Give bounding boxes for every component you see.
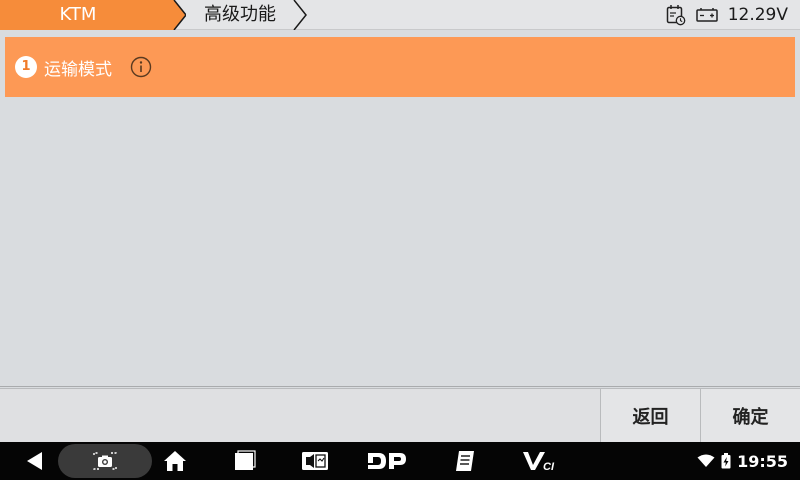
voltage-readout: 12.29V xyxy=(727,5,788,25)
breadcrumb-separator xyxy=(293,0,307,30)
confirm-button[interactable]: 确定 xyxy=(700,389,800,443)
system-status: 19:55 xyxy=(697,442,788,480)
battery-charging-icon xyxy=(721,453,731,469)
media-icon[interactable] xyxy=(298,442,332,480)
status-area: 12.29V xyxy=(666,0,788,30)
battery-icon xyxy=(695,7,718,23)
breadcrumb-ktm[interactable]: KTM xyxy=(0,0,168,30)
dp-icon[interactable] xyxy=(362,442,412,480)
breadcrumb-advanced-functions[interactable]: 高级功能 xyxy=(188,0,292,30)
svg-text:CI: CI xyxy=(543,461,555,472)
list-item-transport-mode[interactable]: 1 运输模式 xyxy=(5,37,795,97)
clock-time: 19:55 xyxy=(737,451,788,471)
item-number-badge: 1 xyxy=(15,56,37,78)
info-icon[interactable] xyxy=(130,56,152,78)
vci-icon[interactable]: CI xyxy=(518,442,562,480)
item-label: 运输模式 xyxy=(44,59,112,80)
action-bar: 返回 确定 xyxy=(0,388,800,443)
system-nav-bar: CI 19:55 xyxy=(0,442,800,480)
title-bar: KTM 高级功能 12.29V xyxy=(0,0,800,30)
calendar-clock-icon[interactable] xyxy=(666,4,686,26)
wifi-icon xyxy=(697,454,715,468)
screenshot-icon[interactable] xyxy=(88,442,122,480)
function-list: 1 运输模式 xyxy=(0,31,800,387)
back-button[interactable]: 返回 xyxy=(600,389,700,443)
notes-icon[interactable] xyxy=(448,442,482,480)
breadcrumb-separator xyxy=(166,0,186,30)
home-icon[interactable] xyxy=(158,442,192,480)
back-icon[interactable] xyxy=(18,442,52,480)
recent-apps-icon[interactable] xyxy=(228,442,262,480)
